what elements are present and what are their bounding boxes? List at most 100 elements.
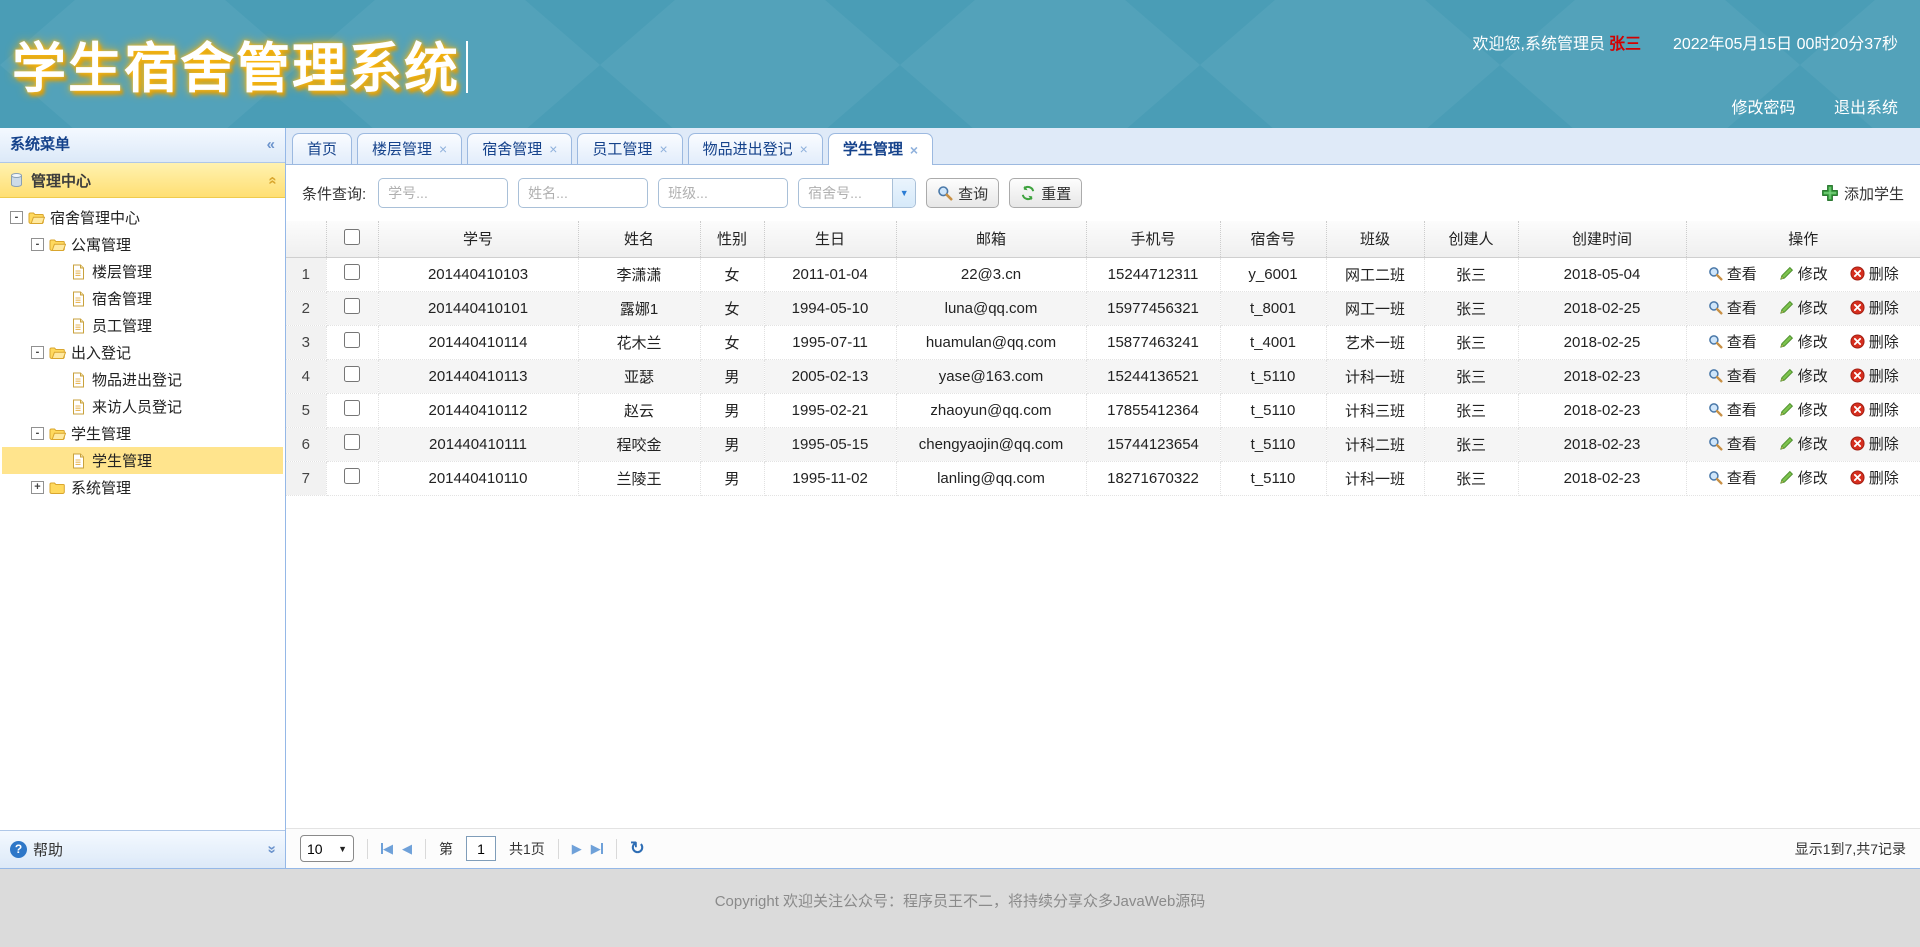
cell-student_no: 201440410113 bbox=[378, 359, 578, 393]
delete-icon bbox=[1850, 402, 1865, 417]
collapse-minus-icon[interactable]: - bbox=[31, 238, 44, 251]
column-header: 邮箱 bbox=[896, 221, 1086, 257]
tree-node[interactable]: -宿舍管理中心 bbox=[2, 204, 283, 231]
tree-node[interactable]: -出入登记 bbox=[2, 339, 283, 366]
row-checkbox[interactable] bbox=[344, 400, 360, 416]
tree-node[interactable]: 员工管理 bbox=[2, 312, 283, 339]
column-header: 班级 bbox=[1326, 221, 1424, 257]
filter-bar: 条件查询: 宿舍号... ▼ 查询 重置 添加学生 bbox=[286, 165, 1920, 221]
student-no-input[interactable] bbox=[378, 178, 508, 208]
row-checkbox[interactable] bbox=[344, 264, 360, 280]
column-header: 姓名 bbox=[578, 221, 700, 257]
cell-create_time: 2018-02-23 bbox=[1518, 461, 1686, 495]
tab[interactable]: 学生管理× bbox=[828, 133, 933, 165]
current-page-input[interactable] bbox=[466, 836, 496, 861]
tab[interactable]: 物品进出登记× bbox=[688, 133, 823, 164]
tree-node[interactable]: 学生管理 bbox=[2, 447, 283, 474]
help-expand-icon[interactable]: « bbox=[262, 845, 279, 853]
class-input[interactable] bbox=[658, 178, 788, 208]
row-checkbox[interactable] bbox=[344, 434, 360, 450]
tree-node[interactable]: 楼层管理 bbox=[2, 258, 283, 285]
delete-action[interactable]: 删除 bbox=[1850, 365, 1899, 386]
tab-close-icon[interactable]: × bbox=[659, 142, 667, 156]
tree-node[interactable]: 宿舍管理 bbox=[2, 285, 283, 312]
column-header: 手机号 bbox=[1086, 221, 1220, 257]
select-chevron-down-icon[interactable]: ▼ bbox=[892, 179, 915, 207]
view-action[interactable]: 查看 bbox=[1708, 263, 1757, 284]
edit-action[interactable]: 修改 bbox=[1779, 399, 1828, 420]
tab-close-icon[interactable]: × bbox=[910, 143, 918, 157]
collapse-minus-icon[interactable]: - bbox=[31, 427, 44, 440]
row-checkbox[interactable] bbox=[344, 332, 360, 348]
view-action[interactable]: 查看 bbox=[1708, 467, 1757, 488]
tab[interactable]: 员工管理 × bbox=[577, 133, 682, 164]
name-input[interactable] bbox=[518, 178, 648, 208]
delete-action[interactable]: 删除 bbox=[1850, 433, 1899, 454]
cell-birthday: 2005-02-13 bbox=[764, 359, 896, 393]
edit-pencil-icon bbox=[1779, 334, 1794, 349]
change-password-link[interactable]: 修改密码 bbox=[1732, 100, 1796, 117]
collapse-minus-icon[interactable]: - bbox=[10, 211, 23, 224]
tab-close-icon[interactable]: × bbox=[549, 142, 557, 156]
dorm-no-select[interactable]: 宿舍号... ▼ bbox=[798, 178, 916, 208]
refresh-button[interactable]: ↻ bbox=[630, 838, 645, 859]
edit-action[interactable]: 修改 bbox=[1779, 331, 1828, 352]
view-action[interactable]: 查看 bbox=[1708, 399, 1757, 420]
students-table-body: 1201440410103李潇潇女2011-01-0422@3.cn152447… bbox=[286, 257, 1920, 495]
tab-close-icon[interactable]: × bbox=[439, 142, 447, 156]
delete-action[interactable]: 删除 bbox=[1850, 467, 1899, 488]
tree-node[interactable]: 物品进出登记 bbox=[2, 366, 283, 393]
accordion-panel-management-center[interactable]: 管理中心 « bbox=[0, 163, 285, 198]
view-action[interactable]: 查看 bbox=[1708, 433, 1757, 454]
row-checkbox[interactable] bbox=[344, 298, 360, 314]
collapse-minus-icon[interactable]: - bbox=[31, 346, 44, 359]
view-action[interactable]: 查看 bbox=[1708, 331, 1757, 352]
view-action[interactable]: 查看 bbox=[1708, 365, 1757, 386]
panel-collapse-icon[interactable]: « bbox=[264, 176, 281, 184]
tree-node[interactable]: 来访人员登记 bbox=[2, 393, 283, 420]
first-page-button[interactable]: ◀ bbox=[381, 842, 393, 855]
search-button[interactable]: 查询 bbox=[926, 178, 999, 208]
tree-node[interactable]: -公寓管理 bbox=[2, 231, 283, 258]
tree-node[interactable]: -学生管理 bbox=[2, 420, 283, 447]
expand-plus-icon[interactable]: + bbox=[31, 481, 44, 494]
tree-node[interactable]: +系统管理 bbox=[2, 474, 283, 501]
next-page-button[interactable]: ▶ bbox=[572, 842, 582, 855]
prev-page-button[interactable]: ◀ bbox=[402, 842, 412, 855]
tab-label: 员工管理 bbox=[592, 135, 652, 164]
tab-close-icon[interactable]: × bbox=[800, 142, 808, 156]
edit-action[interactable]: 修改 bbox=[1779, 263, 1828, 284]
logout-link[interactable]: 退出系统 bbox=[1834, 100, 1898, 117]
edit-action[interactable]: 修改 bbox=[1779, 467, 1828, 488]
tab[interactable]: 首页 bbox=[292, 133, 352, 164]
delete-action[interactable]: 删除 bbox=[1850, 399, 1899, 420]
select-all-checkbox[interactable] bbox=[344, 229, 360, 245]
page-size-select[interactable]: 10 ▼ bbox=[300, 835, 354, 862]
tab[interactable]: 楼层管理× bbox=[357, 133, 462, 164]
add-student-button[interactable]: 添加学生 bbox=[1821, 183, 1904, 204]
row-checkbox[interactable] bbox=[344, 366, 360, 382]
last-page-button[interactable]: ▶ bbox=[591, 842, 603, 855]
table-row: 5201440410112赵云男1995-02-21zhaoyun@qq.com… bbox=[286, 393, 1920, 427]
delete-action[interactable]: 删除 bbox=[1850, 297, 1899, 318]
reset-button[interactable]: 重置 bbox=[1009, 178, 1082, 208]
actions-cell: 查看 修改 删除 bbox=[1686, 427, 1920, 461]
row-checkbox[interactable] bbox=[344, 468, 360, 484]
column-header: 学号 bbox=[378, 221, 578, 257]
sidebar-header: 系统菜单 « bbox=[0, 128, 285, 163]
view-action[interactable]: 查看 bbox=[1708, 297, 1757, 318]
help-bar[interactable]: ? 帮助 « bbox=[0, 830, 285, 868]
sidebar-collapse-icon[interactable]: « bbox=[267, 128, 275, 162]
row-select-cell bbox=[326, 359, 378, 393]
folder-closed-icon bbox=[49, 480, 66, 496]
row-select-cell bbox=[326, 427, 378, 461]
edit-action[interactable]: 修改 bbox=[1779, 297, 1828, 318]
delete-action[interactable]: 删除 bbox=[1850, 331, 1899, 352]
cell-dorm_no: t_5110 bbox=[1220, 427, 1326, 461]
row-select-cell bbox=[326, 461, 378, 495]
edit-action[interactable]: 修改 bbox=[1779, 365, 1828, 386]
tab[interactable]: 宿舍管理× bbox=[467, 133, 572, 164]
delete-action[interactable]: 删除 bbox=[1850, 263, 1899, 284]
edit-action[interactable]: 修改 bbox=[1779, 433, 1828, 454]
content-row: 系统菜单 « 管理中心 « -宿舍管理中心-公寓管理楼层管理宿舍管理员工管理-出… bbox=[0, 128, 1920, 869]
